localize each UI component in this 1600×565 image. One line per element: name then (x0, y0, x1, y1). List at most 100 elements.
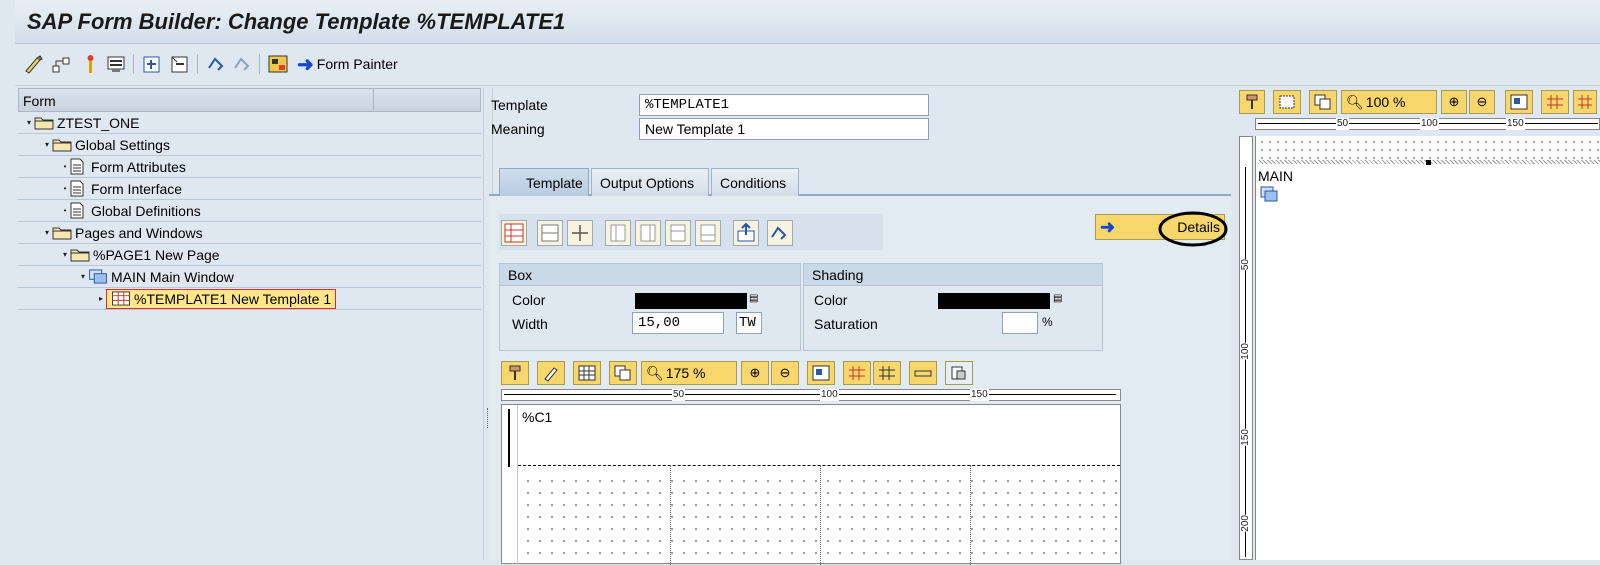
sap-window: SAP Form Builder: Change Template %TEMPL… (15, 0, 1600, 565)
layout-icon[interactable] (1505, 90, 1533, 114)
pin-icon[interactable] (501, 361, 529, 385)
document-icon (70, 202, 84, 219)
zoom-select[interactable]: 🔍︎ 175 % (641, 361, 737, 385)
page-title: SAP Form Builder: Change Template %TEMPL… (27, 9, 566, 34)
box-width-field[interactable]: 15,00 (632, 312, 724, 334)
tree-node-global-settings[interactable]: ▾ Global Settings (18, 134, 481, 156)
tree-node-label: MAIN Main Window (111, 268, 234, 285)
tree-node-template1-new-template-1[interactable]: ▸ %TEMPLATE1 New Template 1 (18, 288, 481, 310)
hierarchy-icon[interactable] (51, 52, 73, 76)
tree-node-page1-new-page[interactable]: ▾ %PAGE1 New Page (18, 244, 481, 266)
ruler-tick-50: 50 (672, 389, 686, 401)
printer-icon[interactable] (105, 52, 127, 76)
folder-icon (52, 139, 72, 152)
tab-conditions[interactable]: Conditions (711, 168, 799, 196)
table-grid-icon[interactable] (573, 361, 601, 385)
pen-icon[interactable] (23, 52, 45, 76)
ruler-tick-100: 100 (1420, 118, 1439, 130)
tree-node-form-interface[interactable]: • Form Interface (18, 178, 481, 200)
form-painter-button[interactable]: ➜ Form Painter (297, 52, 398, 76)
layout-icon[interactable] (807, 361, 835, 385)
saturation-label: Saturation (814, 316, 878, 332)
vruler-tick-150: 150 (1240, 429, 1251, 446)
template-name-field[interactable]: %TEMPLATE1 (639, 94, 929, 116)
collapse-icon[interactable]: ▾ (42, 228, 52, 237)
copy-icon[interactable] (1309, 90, 1337, 114)
color-picker-icon[interactable]: ▤ (749, 293, 758, 304)
box-width-unit[interactable]: TW (736, 312, 762, 334)
ruler-tick-50: 50 (1336, 118, 1350, 130)
insert-node-icon[interactable] (141, 52, 163, 76)
merge-cells-icon[interactable] (537, 220, 563, 246)
leaf-bullet-icon[interactable]: • (60, 162, 70, 171)
undo-icon[interactable] (205, 52, 227, 76)
zoom-in-icon[interactable]: ⊕ (1441, 90, 1467, 114)
folder-icon (52, 227, 72, 240)
window-icon (89, 269, 107, 284)
delete-node-icon[interactable] (169, 52, 191, 76)
meaning-field[interactable]: New Template 1 (639, 118, 929, 140)
leaf-bullet-icon[interactable]: • (60, 206, 70, 215)
expand-icon[interactable]: ▸ (96, 294, 106, 303)
box-width-label: Width (512, 316, 548, 332)
box-color-label: Color (512, 292, 546, 308)
form-painter-pane: 🔍︎ 100 % ⊕ ⊖ 50 100 150 50 100 150 200 M… (1235, 88, 1600, 560)
zoom-out-icon[interactable]: ⊖ (1469, 90, 1495, 114)
collapse-icon[interactable]: ▾ (24, 118, 34, 127)
insert-column-left-icon[interactable] (605, 220, 631, 246)
tree-node-form-attributes[interactable]: • Form Attributes (18, 156, 481, 178)
highlight-circle (1158, 211, 1228, 247)
percent-label: % (1042, 315, 1053, 329)
tab-output-options[interactable]: Output Options (591, 168, 709, 196)
leaf-bullet-icon[interactable]: • (60, 184, 70, 193)
tab-strip: Template Output Options Conditions (489, 166, 1231, 196)
zoom-value: 100 % (1365, 94, 1406, 110)
shading-group: Shading Color ▤ Saturation % (803, 263, 1103, 351)
template-panel: ➜ Details Box Color ▤ Width 15,00 TW Sha… (489, 196, 1231, 565)
wand-icon[interactable] (79, 52, 101, 76)
tree-node-pages-and-windows[interactable]: ▾ Pages and Windows (18, 222, 481, 244)
grid-icon[interactable] (843, 361, 871, 385)
window-icon (1260, 186, 1278, 205)
undo-table-icon[interactable] (767, 220, 793, 246)
upload-icon[interactable] (733, 220, 759, 246)
zoom-out-icon[interactable]: ⊖ (771, 361, 799, 385)
document-icon (70, 180, 84, 197)
tree-node-global-definitions[interactable]: • Global Definitions (18, 200, 481, 222)
select-area-icon[interactable] (1273, 90, 1301, 114)
box-color-swatch[interactable] (635, 293, 747, 309)
insert-row-below-icon[interactable] (695, 220, 721, 246)
saturation-field[interactable] (1002, 312, 1038, 334)
grid-alt-icon[interactable] (873, 361, 901, 385)
title-bar: SAP Form Builder: Change Template %TEMPL… (15, 0, 1600, 44)
insert-row-above-icon[interactable] (665, 220, 691, 246)
collapse-icon[interactable]: ▾ (60, 250, 70, 259)
tree-node-main-main-window[interactable]: ▾ MAIN Main Window (18, 266, 481, 288)
split-cells-icon[interactable] (567, 220, 593, 246)
shading-title: Shading (804, 264, 1102, 286)
tab-template[interactable]: Template (499, 168, 589, 196)
copy-icon[interactable] (609, 361, 637, 385)
tree-node-label: %TEMPLATE1 New Template 1 (134, 290, 332, 307)
table-icon[interactable] (501, 220, 527, 246)
vruler-tick-100: 100 (1240, 343, 1251, 360)
redo-icon[interactable] (231, 52, 253, 76)
collapse-icon[interactable]: ▾ (78, 272, 88, 281)
ruler-icon[interactable] (909, 361, 937, 385)
tree-node-ztest-one[interactable]: ▾ ZTEST_ONE (18, 112, 481, 134)
page-canvas[interactable]: MAIN (1255, 136, 1600, 560)
grid-icon[interactable] (1541, 90, 1569, 114)
insert-column-right-icon[interactable] (635, 220, 661, 246)
pencil-icon[interactable] (537, 361, 565, 385)
collapse-icon[interactable]: ▾ (42, 140, 52, 149)
pin-icon[interactable] (1239, 90, 1265, 114)
zoom-in-icon[interactable]: ⊕ (741, 361, 769, 385)
settings-icon[interactable] (945, 361, 973, 385)
shading-color-swatch[interactable] (938, 293, 1050, 309)
table-canvas[interactable]: %C1 (501, 404, 1121, 565)
form-icon[interactable] (267, 52, 289, 76)
zoom-select[interactable]: 🔍︎ 100 % (1341, 90, 1437, 114)
grid-alt-icon[interactable] (1573, 90, 1597, 114)
color-picker-icon[interactable]: ▤ (1053, 293, 1062, 304)
tree-node-label: ZTEST_ONE (57, 114, 140, 131)
